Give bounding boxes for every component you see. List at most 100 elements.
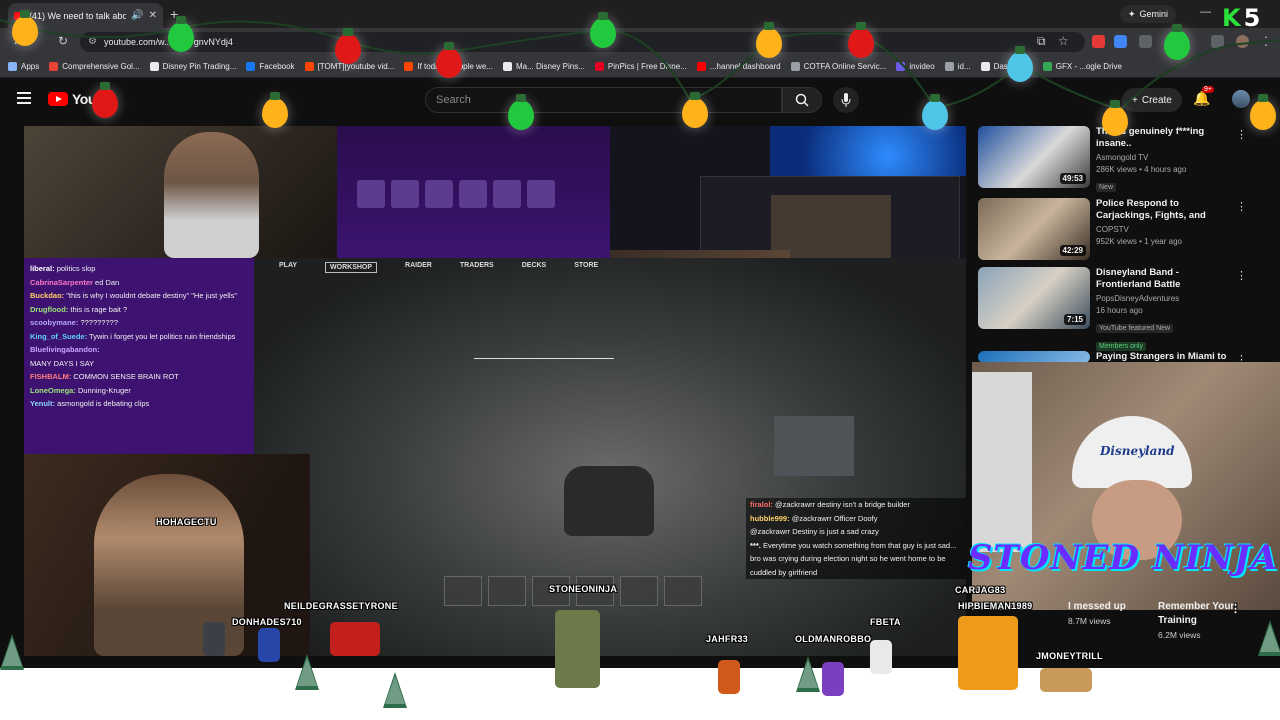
game-menu-item: PLAY: [279, 262, 298, 269]
chat-text: ?????????: [80, 318, 118, 327]
bookmark-favicon-icon: [1042, 62, 1052, 71]
extension-icon[interactable]: [1114, 35, 1127, 48]
light-bulb-icon: [1007, 46, 1033, 82]
extension-icon[interactable]: [1092, 35, 1105, 48]
extensions-puzzle-icon[interactable]: [1139, 35, 1152, 48]
chat-text: ed Dan: [95, 277, 120, 287]
channel-name[interactable]: PopsDisneyAdventures: [1096, 293, 1236, 305]
chat-text: this is rage bait ?: [70, 304, 128, 314]
badge-number: 5: [1243, 4, 1261, 32]
video-badge: YouTube featured New: [1096, 324, 1174, 333]
site-info-icon[interactable]: ⚙: [88, 32, 97, 52]
light-bulb-icon: [508, 94, 534, 130]
video-thumbnail[interactable]: 7:15: [978, 267, 1090, 329]
short-item[interactable]: Remember Your Training 6.2M views: [1158, 600, 1238, 650]
channel-name[interactable]: COPSTV: [1096, 224, 1236, 236]
reading-list-icon[interactable]: [1211, 35, 1224, 48]
gemini-button[interactable]: ✦ Gemini: [1120, 5, 1177, 23]
pine-tree-icon: [295, 654, 319, 690]
close-tab-icon[interactable]: ✕: [149, 10, 157, 21]
bookmark-item[interactable]: Comprehensive Gol...: [49, 62, 140, 71]
pine-tree-icon: [1258, 620, 1280, 656]
video-player[interactable]: PLAY WORKSHOP RAIDER TRADERS DECKS STORE libe…: [24, 126, 966, 656]
badge-letter: K: [1222, 4, 1241, 32]
recommended-video[interactable]: 49:53 This is genuinely f***ing insane.. A…: [978, 126, 1278, 192]
chat-message: ***. Everytime you watch something from …: [750, 539, 962, 553]
short-menu-icon[interactable]: ⋮: [1230, 602, 1241, 615]
bookmark-favicon-icon: [304, 62, 314, 71]
video-thumbnail[interactable]: 42:29: [978, 198, 1090, 260]
search-placeholder: Search: [436, 94, 471, 106]
voice-search-button[interactable]: [833, 87, 859, 113]
bookmark-item[interactable]: Disney Pin Trading...: [149, 62, 237, 71]
bookmark-item[interactable]: Ma... Disney Pins...: [502, 62, 585, 71]
speaker-icon[interactable]: 🔊: [131, 10, 143, 21]
hamburger-menu-icon[interactable]: [17, 92, 31, 104]
video-info: Disneyland Band - Frontierland Battle Pop…: [1096, 267, 1236, 353]
bookmark-item[interactable]: id...: [944, 62, 971, 71]
chat-username: firalol:: [750, 500, 773, 509]
tab-title: (41) We need to talk about: [29, 10, 127, 21]
short-title: Remember Your Training: [1158, 601, 1235, 626]
viewer-name-label: CARJAG83: [955, 585, 1006, 595]
video-menu-icon[interactable]: ⋮: [1236, 269, 1247, 282]
disneyland-cap: Disneyland: [1072, 416, 1192, 488]
short-item[interactable]: I messed up 8.7M views: [1068, 600, 1158, 650]
bookmark-favicon-icon: [149, 62, 159, 71]
video-title[interactable]: Police Respond to Carjackings, Fights, a…: [1096, 198, 1236, 222]
video-menu-icon[interactable]: ⋮: [1236, 128, 1247, 141]
bookmark-favicon-icon: [696, 62, 706, 71]
video-title[interactable]: Disneyland Band - Frontierland Battle: [1096, 267, 1236, 291]
light-bulb-icon: [590, 12, 616, 48]
bookmark-item[interactable]: Apps: [8, 62, 39, 71]
url-field[interactable]: ⚙ youtube.com/w... =7s7gnvNYdj4: [80, 32, 1085, 52]
bookmark-favicon-icon: [502, 62, 512, 71]
account-avatar[interactable]: [1232, 90, 1250, 108]
recommended-video[interactable]: 7:15 Disneyland Band - Frontierland Battl…: [978, 267, 1278, 351]
wallpaper-graphic: [770, 126, 966, 176]
game-menu-item: DECKS: [521, 262, 547, 269]
bookmark-item[interactable]: COTFA Online Servic...: [790, 62, 886, 71]
recommended-video[interactable]: 42:29 Police Respond to Carjackings, Figh…: [978, 198, 1278, 264]
bunting-decoration: [474, 358, 614, 368]
bookmark-item[interactable]: PinPics | Free Disne...: [594, 62, 687, 71]
avatar-sprite: [203, 622, 225, 656]
video-thumbnail[interactable]: 49:53: [978, 126, 1090, 188]
chat-username: CabrinaSarpenter: [30, 277, 93, 287]
profile-icon[interactable]: [1236, 35, 1249, 48]
minimize-icon[interactable]: —: [1200, 6, 1211, 18]
reload-icon[interactable]: ↻: [58, 34, 68, 48]
channel-name[interactable]: Asmongold TV: [1096, 152, 1236, 164]
bookmark-item[interactable]: ...hannel dashboard: [696, 62, 781, 71]
chat-message: King_of_Suede: Tywin i forget you let po…: [30, 330, 248, 344]
game-armchair-prop: [564, 466, 654, 536]
bookmark-item[interactable]: GFX - ...ogle Drive: [1042, 62, 1122, 71]
search-button[interactable]: [782, 87, 822, 113]
stream-overlay-panel: [337, 126, 610, 258]
secondary-chat: firalol: @zackrawrr destiny isn't a brid…: [746, 498, 966, 579]
video-menu-icon[interactable]: ⋮: [1236, 200, 1247, 213]
chat-message: bro was crying during election night so …: [750, 552, 962, 579]
menu-kebab-icon[interactable]: ⋮: [1260, 34, 1272, 48]
bookmark-favicon-icon: [8, 62, 17, 71]
chat-username: Buckdao:: [30, 291, 65, 300]
bookmark-item[interactable]: Facebook: [246, 62, 295, 71]
cast-icon[interactable]: ⧉: [1037, 34, 1046, 49]
viewer-name-label: STONEONINJA: [549, 584, 618, 594]
bookmark-label: Disney Pin Trading...: [162, 62, 237, 71]
video-stats: 952K views • 1 year ago: [1096, 237, 1182, 246]
game-menu-item: STORE: [574, 262, 599, 269]
light-bulb-icon: [1102, 100, 1128, 136]
notifications-button[interactable]: 🔔 9+: [1193, 86, 1214, 107]
bookmark-item[interactable]: invideo: [896, 62, 935, 71]
avatar-sprite: [258, 628, 280, 662]
search-input[interactable]: Search: [425, 87, 782, 113]
video-info: This is genuinely f***ing insane.. Asmong…: [1096, 126, 1236, 194]
short-views: 8.7M views: [1068, 616, 1111, 626]
chat-username: Drugflood:: [30, 304, 69, 314]
create-label: Create: [1141, 94, 1172, 106]
create-button[interactable]: + Create: [1122, 88, 1182, 112]
light-bulb-icon: [12, 10, 38, 46]
bookmark-star-icon[interactable]: ☆: [1058, 34, 1069, 48]
light-bulb-icon: [92, 82, 118, 118]
